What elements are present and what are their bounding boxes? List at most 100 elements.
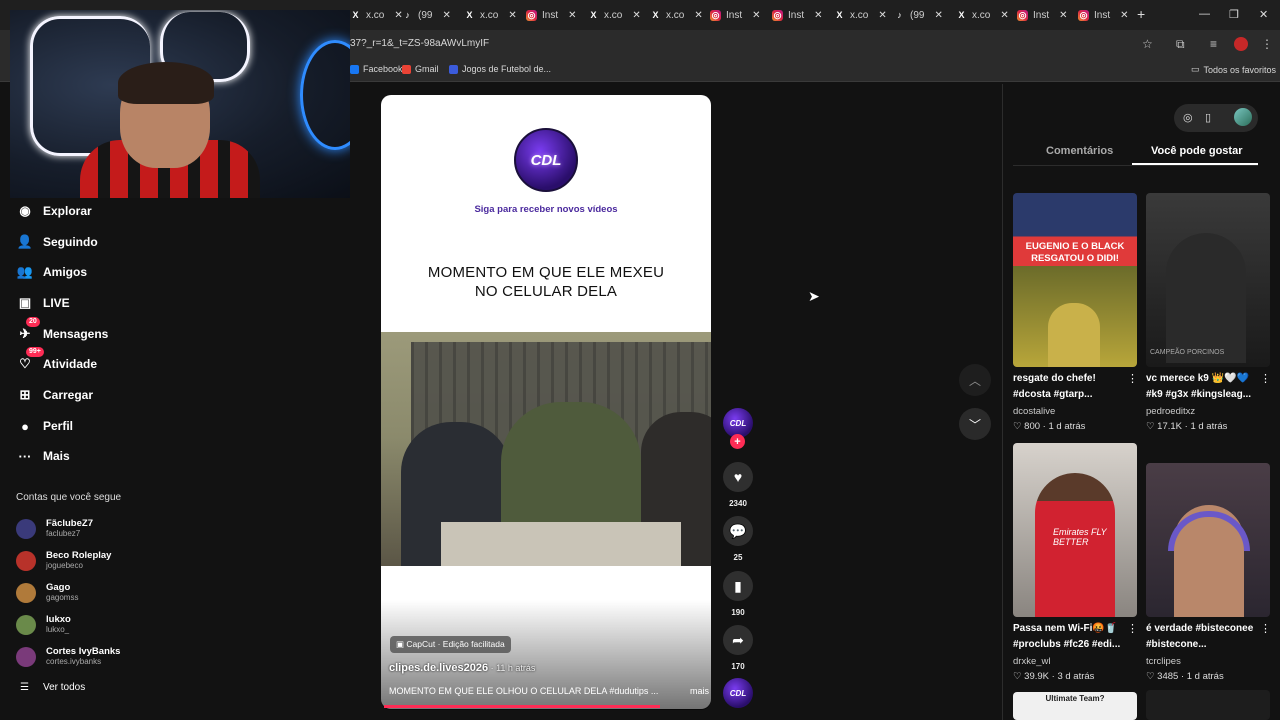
video-title[interactable]: resgate do chefe! #dcosta #gtarp... <box>1013 371 1131 403</box>
browser-menu-icon[interactable]: ⋮ <box>1261 37 1273 51</box>
sidebar-item-perfil[interactable]: ● Perfil <box>16 417 73 435</box>
previous-video-button[interactable]: ︿ <box>959 364 991 396</box>
close-tab-icon[interactable]: ✕ <box>1120 10 1128 21</box>
browser-tab[interactable]: Xx.co ✕ <box>588 3 640 27</box>
next-video-button[interactable]: ﹀ <box>959 408 991 440</box>
browser-tab[interactable]: Xx.co ✕ <box>956 3 1008 27</box>
bookmark-jogos[interactable]: Jogos de Futebol de... <box>449 64 551 74</box>
card-menu-icon[interactable]: ⋮ <box>1260 622 1271 635</box>
share-button[interactable]: ➦ <box>723 625 753 655</box>
browser-tab[interactable]: ◎ Inst ✕ <box>710 3 761 27</box>
phone-icon[interactable]: ▯ <box>1205 111 1211 124</box>
browser-tab[interactable]: ♪ (99 ✕ <box>402 3 451 27</box>
account-name: lukxo <box>46 614 71 625</box>
close-tab-icon[interactable]: ✕ <box>1059 10 1067 21</box>
video-thumbnail[interactable]: Emirates FLY BETTER <box>1013 443 1137 617</box>
close-tab-icon[interactable]: ✕ <box>752 10 760 21</box>
followed-account[interactable]: lukxo lukxo_ <box>16 614 71 635</box>
tab-label: Inst <box>1033 9 1050 21</box>
account-name: Cortes IvyBanks <box>46 646 121 657</box>
close-tab-icon[interactable]: ✕ <box>694 10 702 21</box>
close-tab-icon[interactable]: ✕ <box>568 10 576 21</box>
followed-account[interactable]: FãclubeZ7 faclubez7 <box>16 518 93 539</box>
close-tab-icon[interactable]: ✕ <box>1000 10 1008 21</box>
browser-tab[interactable]: ◎ Inst ✕ <box>772 3 823 27</box>
instagram-icon: ◎ <box>526 9 537 21</box>
followed-account[interactable]: Beco Roleplay joguebeco <box>16 550 111 571</box>
card-menu-icon[interactable]: ⋮ <box>1260 372 1271 385</box>
video-thumbnail[interactable]: EUGENIO E O BLACK RESGATOU O DIDI! <box>1013 193 1137 367</box>
browser-tab[interactable]: ◎ Inst ✕ <box>526 3 577 27</box>
capcut-tag[interactable]: ▣ CapCut · Edição facilitada <box>390 636 511 653</box>
card-menu-icon[interactable]: ⋮ <box>1127 622 1138 635</box>
game-site-icon <box>449 64 458 74</box>
close-tab-icon[interactable]: ✕ <box>442 10 450 21</box>
see-all-button[interactable]: ☰ Ver todos <box>20 682 85 693</box>
video-author[interactable]: clipes.de.lives2026 · 11 h atrás <box>389 662 535 674</box>
sidebar-item-carregar[interactable]: ⊞ Carregar <box>16 386 93 404</box>
comment-button[interactable]: 💬 <box>723 516 753 546</box>
followed-account[interactable]: Cortes IvyBanks cortes.ivybanks <box>16 646 120 667</box>
video-title[interactable]: vc merece k9 👑🤍💙 #k9 #g3x #kingsleag... <box>1146 371 1264 403</box>
like-button[interactable]: ♥ <box>723 462 753 492</box>
follow-plus-button[interactable]: + <box>730 434 745 449</box>
video-progress-bar[interactable] <box>384 705 660 708</box>
post-time: 1 d atrás <box>1186 671 1224 682</box>
restore-button[interactable]: ❐ <box>1229 8 1239 21</box>
sidebar-item-mais[interactable]: ··· Mais <box>16 447 70 465</box>
browser-tab[interactable]: Xx.co ✕ <box>350 3 402 27</box>
video-title[interactable]: Passa nem Wi-Fi🤬🥤 #proclubs #fc26 #edi..… <box>1013 621 1131 653</box>
x-icon: X <box>958 10 965 20</box>
followed-account[interactable]: Gago gagomss <box>16 582 78 603</box>
video-title[interactable]: é verdade #bisteconee #bistecone... <box>1146 621 1264 653</box>
like-count: 2340 <box>729 499 747 508</box>
extensions-icon[interactable]: ⧉ <box>1176 37 1185 52</box>
video-author[interactable]: dcostalive <box>1013 406 1055 417</box>
instagram-icon: ◎ <box>710 9 721 21</box>
browser-tab[interactable]: Xx.co ✕ <box>834 3 886 27</box>
browser-tab[interactable]: Xx.co ✕ <box>650 3 702 27</box>
sidebar-item-explorar[interactable]: ◉ Explorar <box>16 202 91 220</box>
instagram-icon: ◎ <box>1078 9 1089 21</box>
sidebar-item-mensagens[interactable]: ✈ 20 Mensagens <box>16 317 108 343</box>
new-tab-button[interactable]: + <box>1137 6 1145 22</box>
more-button[interactable]: mais <box>690 686 709 696</box>
video-thumbnail[interactable] <box>1146 690 1270 720</box>
tab-you-may-like[interactable]: Você pode gostar <box>1151 145 1242 157</box>
sound-disc[interactable]: CDL <box>723 678 753 708</box>
card-menu-icon[interactable]: ⋮ <box>1127 372 1138 385</box>
browser-tab[interactable]: ♪ (99 ✕ <box>894 3 943 27</box>
video-author[interactable]: drxke_wl <box>1013 656 1051 667</box>
video-thumbnail[interactable]: CAMPEÃO PORCINOS <box>1146 193 1270 367</box>
close-tab-icon[interactable]: ✕ <box>632 10 640 21</box>
sidebar-item-atividade[interactable]: ♡ 99+ Atividade <box>16 347 97 373</box>
video-thumbnail[interactable] <box>1146 463 1270 617</box>
media-controls-icon[interactable]: ≡ <box>1210 37 1217 51</box>
bookmark-star-icon[interactable]: ☆ <box>1142 37 1153 51</box>
close-window-button[interactable]: ✕ <box>1259 8 1268 21</box>
capcut-icon: ▣ <box>396 639 407 649</box>
close-tab-icon[interactable]: ✕ <box>934 10 942 21</box>
all-bookmarks-button[interactable]: ▭ Todos os favoritos <box>1191 64 1276 75</box>
browser-profile-avatar[interactable] <box>1234 37 1248 51</box>
browser-tab[interactable]: Xx.co ✕ <box>464 3 516 27</box>
video-author[interactable]: tcrclipes <box>1146 656 1181 667</box>
bookmark-gmail[interactable]: Gmail <box>402 64 439 74</box>
close-tab-icon[interactable]: ✕ <box>508 10 516 21</box>
save-button[interactable]: ▮ <box>723 571 753 601</box>
sidebar-item-seguindo[interactable]: 👤 Seguindo <box>16 233 98 251</box>
close-tab-icon[interactable]: ✕ <box>878 10 886 21</box>
bookmark-facebook[interactable]: Facebook <box>350 64 403 74</box>
compass-icon[interactable]: ◎ <box>1183 111 1193 124</box>
url-field[interactable]: 37?_r=1&_t=ZS-98aAWvLmyIF <box>350 38 489 49</box>
user-avatar[interactable] <box>1234 108 1252 126</box>
minimize-button[interactable]: — <box>1199 8 1210 20</box>
tab-comments[interactable]: Comentários <box>1046 145 1113 157</box>
video-thumbnail[interactable]: Ultimate Team? <box>1013 692 1137 720</box>
sidebar-item-amigos[interactable]: 👥 Amigos <box>16 263 87 281</box>
sidebar-item-live[interactable]: ▣ LIVE <box>16 294 70 312</box>
close-tab-icon[interactable]: ✕ <box>814 10 822 21</box>
browser-tab[interactable]: ◎ Inst ✕ <box>1078 3 1129 27</box>
video-author[interactable]: pedroeditxz <box>1146 406 1195 417</box>
browser-tab[interactable]: ◎ Inst ✕ <box>1017 3 1068 27</box>
